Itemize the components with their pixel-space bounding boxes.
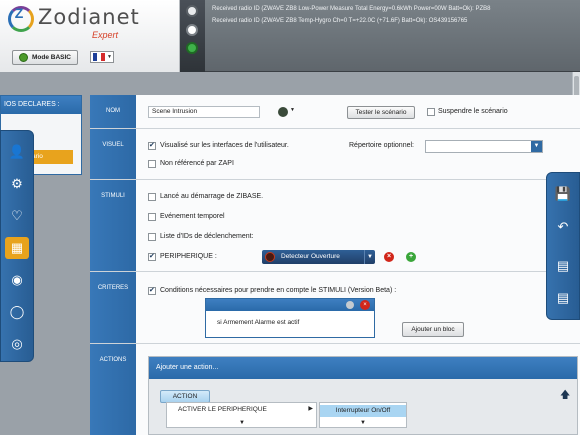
mode-basic-label: Mode BASIC [32, 54, 71, 61]
label-stimuli: STIMULI [101, 193, 125, 199]
remove-list-icon[interactable]: ▤ [554, 289, 572, 307]
top-header: Z Zodianet Expert Mode BASIC ▼ Received … [0, 0, 580, 72]
language-select[interactable]: ▼ [90, 51, 114, 63]
section-label-column: NOM VISUEL STIMULI CRITERES ACTIONS [90, 95, 136, 435]
chevron-down-icon: ▼ [364, 250, 375, 264]
label-actions: ACTIONS [99, 357, 127, 363]
suspend-checkbox[interactable] [427, 108, 435, 116]
chevron-down-icon[interactable]: ▼ [290, 107, 295, 113]
visible-label: Visualisé sur les interfaces de l'utilis… [160, 142, 289, 149]
save-icon[interactable]: 💾 [554, 185, 572, 203]
chevron-down-icon[interactable]: ▼ [239, 420, 245, 426]
zapi-label: Non référencé par ZAPI [160, 160, 234, 167]
visible-checkbox[interactable] [148, 141, 156, 150]
right-toolbar: 💾 ↶ ▤ ▤ [546, 172, 580, 320]
chevron-right-icon: ▶ [308, 406, 313, 412]
label-visuel: VISUEL [102, 142, 124, 148]
divider [90, 128, 580, 129]
label-criteres: CRITERES [97, 285, 129, 291]
suspend-label: Suspendre le scénario [438, 108, 508, 115]
chevron-down-icon: ▼ [531, 141, 542, 152]
user-icon[interactable]: 👤 [5, 141, 29, 163]
condition-block: × si Armement Alarme est actif [205, 298, 375, 338]
ids-label: Liste d'IDs de déclenchement: [160, 233, 254, 240]
panel-title: IOS DECLARES : [1, 96, 81, 114]
scroll-up-icon[interactable]: 🡅 [560, 388, 570, 405]
status-radio-icon[interactable] [186, 5, 198, 17]
temporal-label: Evénement temporel [160, 213, 225, 220]
condition-text: si Armement Alarme est actif [217, 319, 300, 326]
bell-icon[interactable]: ♡ [5, 205, 29, 227]
scenario-name-input[interactable]: Scene Intrusion [148, 106, 260, 118]
undo-icon[interactable]: ↶ [554, 218, 572, 236]
status-indicators [180, 0, 205, 72]
scenario-icon[interactable]: ▦ [5, 237, 29, 259]
eye-icon[interactable]: ◎ [5, 333, 29, 355]
peripheral-label: PERIPHERIQUE : [160, 253, 217, 260]
divider [90, 271, 580, 272]
chevron-down-icon[interactable]: ▼ [360, 420, 366, 426]
scenario-list-item-selected[interactable]: ario [29, 150, 73, 164]
conditions-label: Conditions nécessaires pour prendre en c… [160, 287, 397, 294]
add-block-button[interactable]: Ajouter un bloc [402, 322, 464, 337]
add-icon[interactable]: + [406, 252, 416, 262]
camera-icon[interactable]: ◉ [5, 269, 29, 291]
ids-checkbox[interactable] [148, 233, 156, 241]
menu-item-activate[interactable]: ACTIVER LE PERIPHERIQUE [178, 406, 267, 413]
peripheral-checkbox[interactable] [148, 252, 156, 261]
action-submenu: Interrupteur On/Off ▼ [319, 402, 407, 428]
condition-block-header: × [206, 299, 374, 311]
settings-icon[interactable] [346, 301, 354, 309]
gear-icon[interactable]: ⚙ [5, 173, 29, 195]
mode-basic-button[interactable]: Mode BASIC [12, 50, 78, 65]
status-half-icon[interactable] [186, 24, 198, 36]
zapi-checkbox[interactable] [148, 160, 156, 168]
label-nom: NOM [106, 108, 120, 114]
conditions-checkbox[interactable] [148, 286, 156, 295]
add-list-icon[interactable]: ▤ [554, 257, 572, 275]
peripheral-select[interactable]: Detecteur Ouverture ▼ [262, 250, 375, 264]
test-scenario-button[interactable]: Tester le scénario [347, 106, 415, 119]
action-panel-header: Ajouter une action... [149, 357, 577, 379]
temporal-checkbox[interactable] [148, 213, 156, 221]
divider [90, 179, 580, 180]
repertoire-label: Répertoire optionnel: [349, 142, 414, 149]
scenario-color-icon[interactable] [278, 107, 288, 117]
chevron-down-icon: ▼ [107, 54, 112, 60]
divider [90, 343, 580, 344]
refresh-icon [19, 53, 28, 62]
logo-text: Zodianet [38, 5, 140, 29]
remove-icon[interactable]: × [384, 252, 394, 262]
peripheral-value: Detecteur Ouverture [281, 253, 340, 260]
radio-log: Received radio ID (ZWAVE ZB8 Low-Power M… [212, 3, 491, 27]
close-icon[interactable]: × [360, 300, 370, 310]
status-online-icon[interactable] [186, 42, 198, 54]
logo-area: Z Zodianet Expert Mode BASIC ▼ [0, 0, 180, 72]
france-flag-icon [93, 53, 105, 61]
logo-z-mark: Z [14, 5, 24, 21]
action-menu: ACTIVER LE PERIPHERIQUE ▶ ▼ [166, 402, 317, 428]
left-icon-bar: 👤 ⚙ ♡ ▦ ◉ ◯ ◎ [0, 130, 34, 362]
startup-label: Lancé au démarrage de ZIBASE. [160, 193, 264, 200]
log-line: Received radio ID (ZWAVE ZB8 Low-Power M… [212, 6, 491, 12]
zodianet-icon[interactable]: ◯ [5, 301, 29, 323]
repertoire-select[interactable]: ▼ [425, 140, 543, 153]
submenu-item-switch[interactable]: Interrupteur On/Off [320, 405, 406, 417]
startup-checkbox[interactable] [148, 193, 156, 201]
logo-edition: Expert [92, 30, 119, 40]
log-line: Received radio ID (ZWAVE ZB8 Temp-Hygro … [212, 18, 468, 24]
sensor-icon [265, 252, 275, 262]
